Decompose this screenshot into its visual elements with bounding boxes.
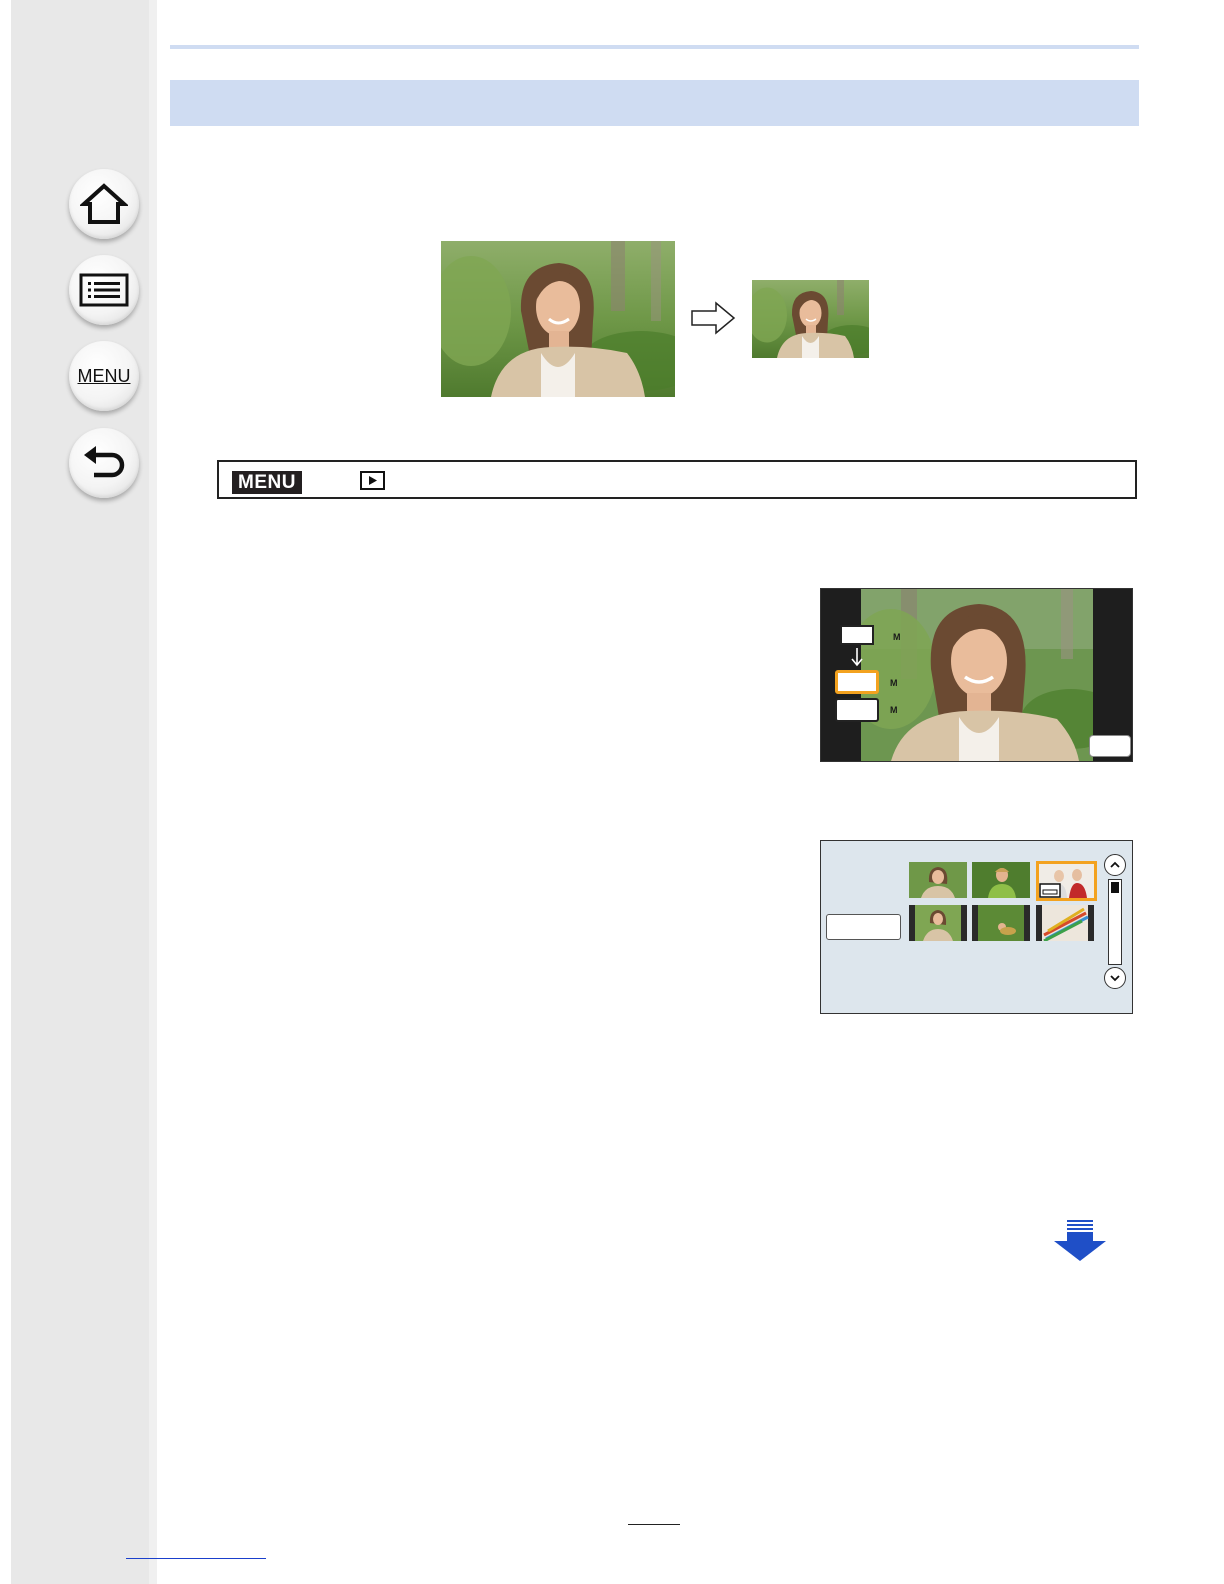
thumbnail[interactable] xyxy=(972,862,1030,898)
thumbnail[interactable] xyxy=(909,862,967,898)
scroll-up-button[interactable] xyxy=(1104,854,1126,876)
sidebar xyxy=(11,0,157,1584)
scrollbar[interactable] xyxy=(1108,879,1122,965)
menu-path: MENU xyxy=(217,460,1137,499)
thumbnail[interactable] xyxy=(972,905,1030,941)
back-arrow-icon xyxy=(84,446,125,478)
original-photo xyxy=(441,241,675,397)
menu-icon: MENU xyxy=(77,365,131,386)
set-button[interactable] xyxy=(826,914,901,940)
current-size-box xyxy=(840,625,874,645)
menu-chip: MENU xyxy=(232,471,302,494)
top-rule xyxy=(170,45,1139,49)
arrow-right-icon xyxy=(691,301,736,335)
size-option-selected[interactable] xyxy=(835,670,879,694)
size-m-label: M xyxy=(890,678,898,688)
thumbnail[interactable] xyxy=(909,905,967,941)
menu-button[interactable]: MENU xyxy=(69,341,139,411)
size-option[interactable] xyxy=(835,698,879,722)
list-icon xyxy=(79,273,129,307)
size-m-label: M xyxy=(890,705,898,715)
screen-photo xyxy=(861,589,1093,761)
continue-arrow-icon[interactable] xyxy=(1053,1219,1107,1263)
set-button[interactable] xyxy=(1089,735,1131,757)
resized-photo xyxy=(752,280,869,358)
page-number-rule xyxy=(628,1524,680,1525)
chevron-down-icon xyxy=(1110,975,1120,982)
playback-icon xyxy=(360,471,385,490)
arrow-down-icon xyxy=(851,648,863,667)
contents-button[interactable] xyxy=(69,255,139,325)
chevron-up-icon xyxy=(1110,861,1120,868)
scroll-down-button[interactable] xyxy=(1104,967,1126,989)
size-m-label: M xyxy=(893,632,901,642)
scrollbar-thumb[interactable] xyxy=(1111,882,1119,893)
home-button[interactable] xyxy=(69,169,139,239)
size-select-screen: M M M xyxy=(820,588,1133,762)
back-button[interactable] xyxy=(69,428,139,498)
title-band xyxy=(170,80,1139,126)
home-icon xyxy=(80,183,128,224)
thumbnail-select-screen xyxy=(820,840,1133,1014)
footer-link[interactable] xyxy=(126,1558,266,1559)
thumbnail-selected[interactable] xyxy=(1036,861,1097,901)
thumbnail[interactable] xyxy=(1036,905,1094,941)
